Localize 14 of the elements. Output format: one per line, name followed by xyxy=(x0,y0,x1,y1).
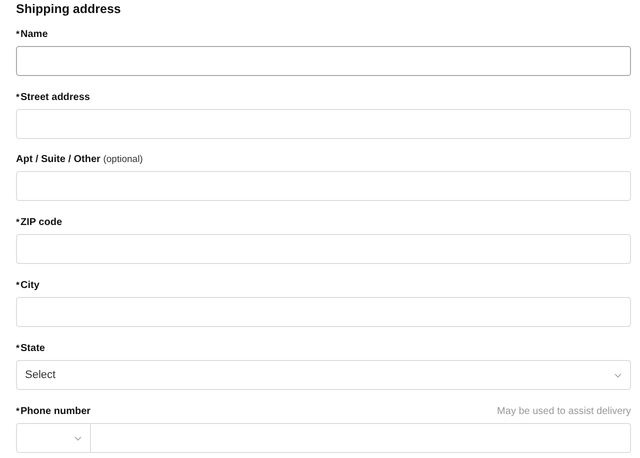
section-heading: Shipping address xyxy=(16,2,122,17)
state-dropdown[interactable]: Select xyxy=(16,360,631,390)
caret-icon xyxy=(74,436,82,440)
field-label: *State xyxy=(16,342,45,355)
field-label: *Street address xyxy=(16,91,90,104)
field-label: Apt / Suite / Other (optional) xyxy=(16,154,143,166)
field-label: *Name xyxy=(16,28,48,41)
caret-icon xyxy=(614,372,622,378)
field-label: *City xyxy=(16,279,40,292)
text-field[interactable] xyxy=(16,46,631,76)
field-label: *ZIP code xyxy=(16,216,62,229)
phone-field[interactable] xyxy=(16,423,631,453)
field-label: *Phone number xyxy=(16,405,91,418)
hint-text: May be used to assist delivery xyxy=(497,406,631,418)
